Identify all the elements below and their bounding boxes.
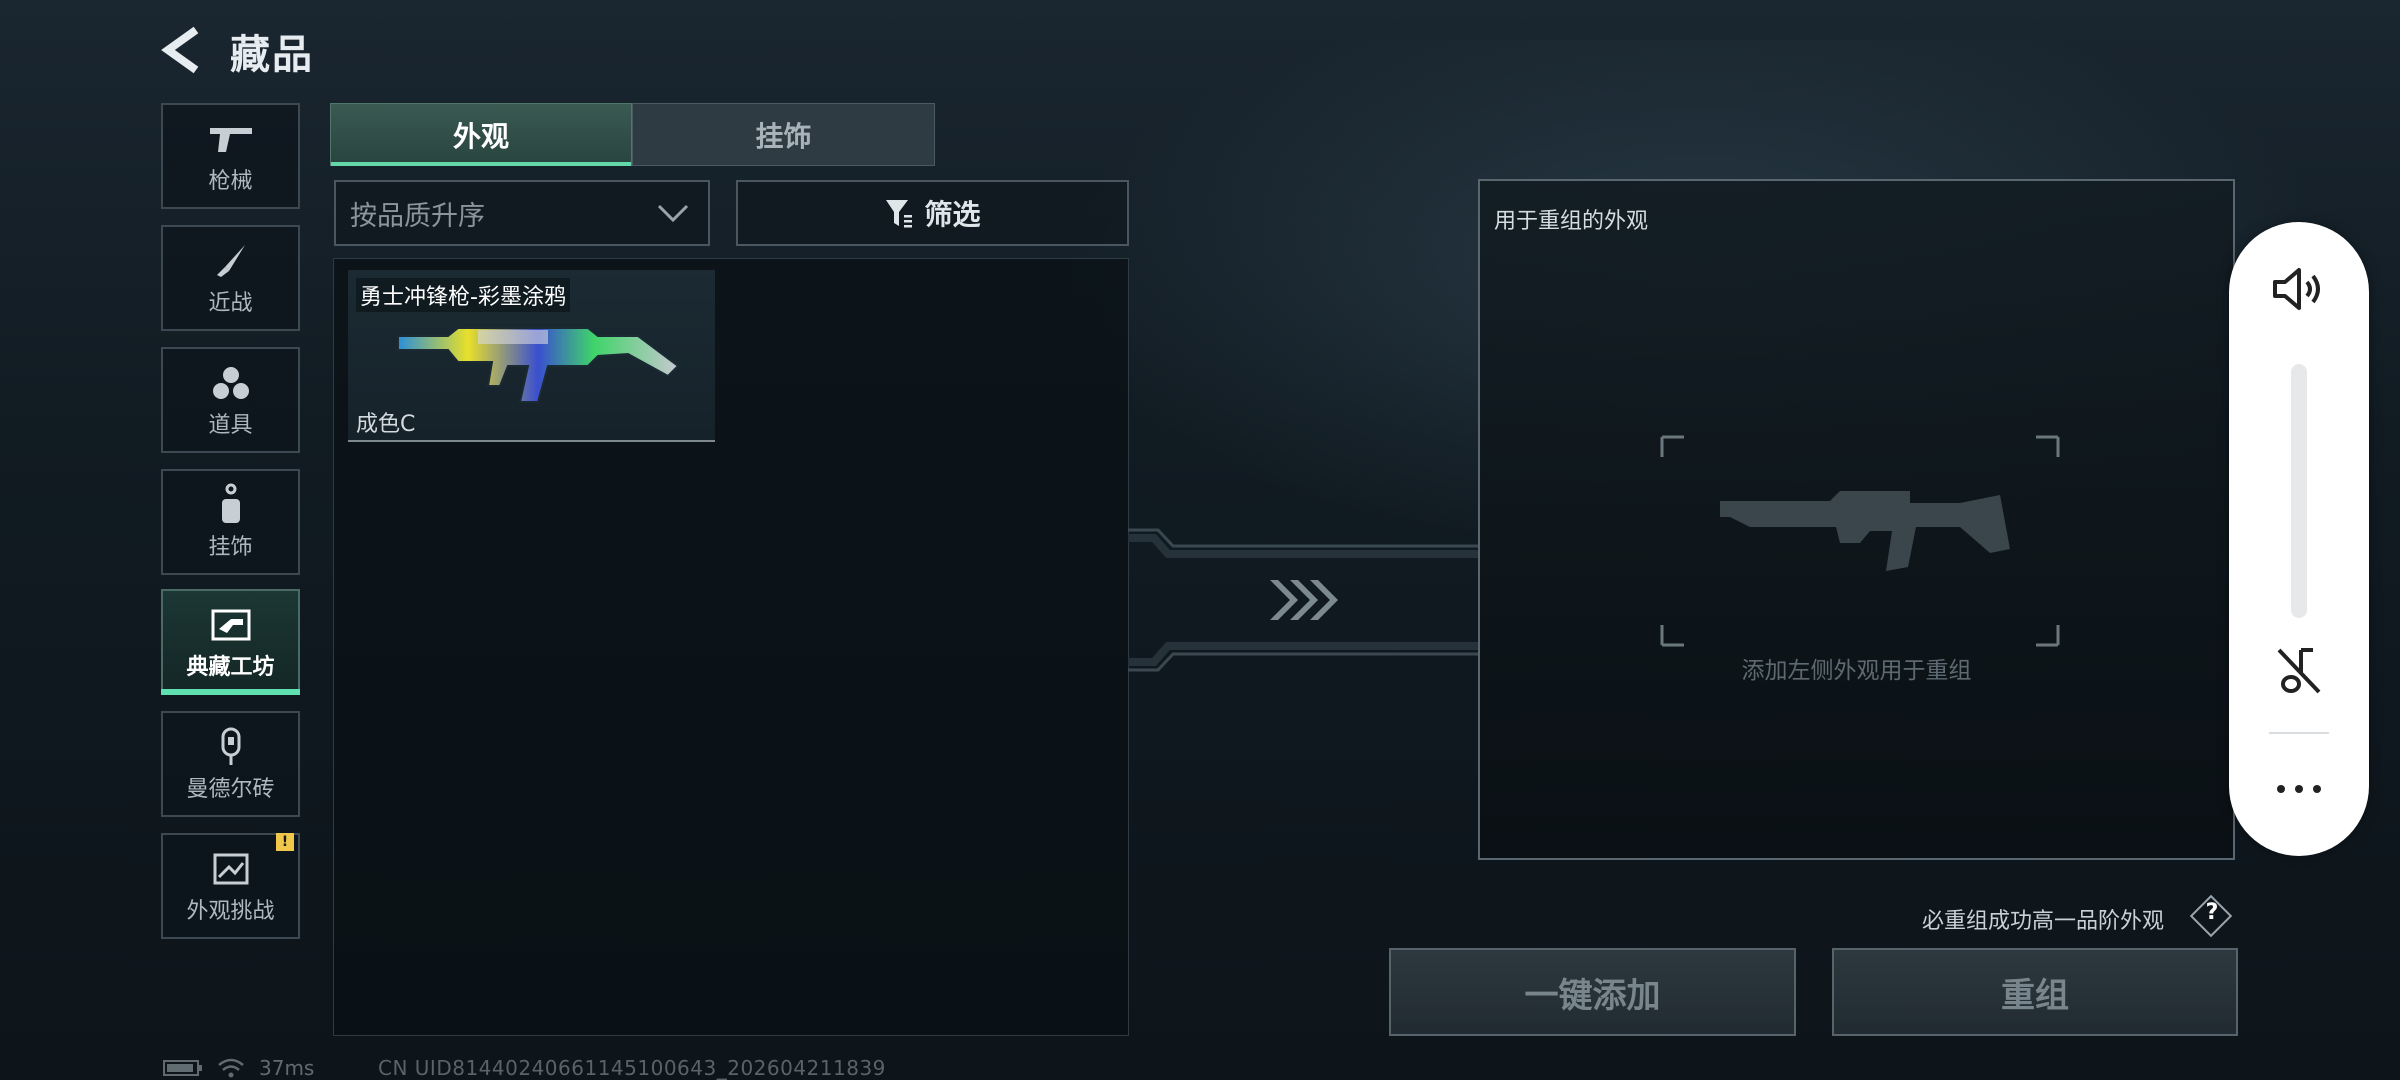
nav-label: 挂饰 [208,535,253,560]
user-uid: CN UID8144024066114510064​3_202604211839 [378,1056,886,1080]
mandel-brick-icon [207,725,255,769]
nav-label: 近战 [208,291,253,316]
nav-item-charms[interactable]: 挂饰 [161,469,300,575]
recombine-placeholder: 添加左侧外观用于重组 [1741,658,1972,684]
nav-label: 典藏工坊 [186,655,275,680]
filter-button[interactable]: 筛选 [736,180,1129,246]
vibrate-off-icon[interactable] [2273,642,2327,698]
workshop-icon [207,603,255,647]
recombine-button[interactable]: 重组 [1832,948,2238,1036]
sort-dropdown[interactable]: 按品质升序 [334,180,710,246]
nav-item-workshop[interactable]: 典藏工坊 [161,589,300,695]
ping-value: 37ms [259,1056,315,1080]
nav-label: 外观挑战 [186,899,275,924]
volume-panel [2229,222,2369,856]
speaker-icon[interactable] [2269,264,2329,314]
nav-label: 道具 [208,413,253,438]
challenge-icon [207,847,255,891]
notification-badge: ! [276,833,294,851]
grenade-icon [207,361,255,405]
nav-item-melee[interactable]: 近战 [161,225,300,331]
smg-skin-image [397,327,680,403]
back-arrow-icon[interactable] [160,24,204,76]
battery-icon [163,1060,202,1076]
wifi-icon [218,1058,244,1078]
charm-icon [207,483,255,527]
volume-slider[interactable] [2291,364,2307,618]
more-options-icon[interactable] [2275,782,2323,796]
nav-item-guns[interactable]: 枪械 [161,103,300,209]
gun-icon [207,117,255,161]
skin-condition: 成色C [356,412,416,437]
help-label: ? [2205,900,2219,925]
rifle-placeholder-icon [1660,435,2060,647]
divider [2269,732,2329,734]
nav-label: 曼德尔砖 [186,777,275,802]
chevron-down-icon [656,200,690,233]
skin-card[interactable]: 勇士冲锋枪-彩墨涂鸦 成色C [348,270,715,442]
page-title: 藏品 [230,32,314,78]
sort-value: 按品质升序 [350,200,485,232]
tab-charms[interactable]: 挂饰 [632,103,935,166]
recombine-note: 必重组成功高一品阶外观 [1922,909,2165,934]
add-all-button[interactable]: 一键添加 [1389,948,1796,1036]
filter-label: 筛选 [924,198,981,231]
recombine-title: 用于重组的外观 [1494,209,1649,234]
connector-arrows-icon [1128,528,1478,672]
knife-icon [207,239,255,283]
nav-item-items[interactable]: 道具 [161,347,300,453]
tab-appearance[interactable]: 外观 [330,103,632,166]
status-bar: 37ms [163,1056,314,1080]
nav-label: 枪械 [208,169,253,194]
skin-name: 勇士冲锋枪-彩墨涂鸦 [356,278,570,312]
filter-icon [886,200,913,228]
recombine-panel[interactable]: 用于重组的外观 添加左侧外观用于重组 [1478,179,2235,860]
nav-item-challenge[interactable]: 外观挑战 ! [161,833,300,939]
nav-item-mandel-brick[interactable]: 曼德尔砖 [161,711,300,817]
